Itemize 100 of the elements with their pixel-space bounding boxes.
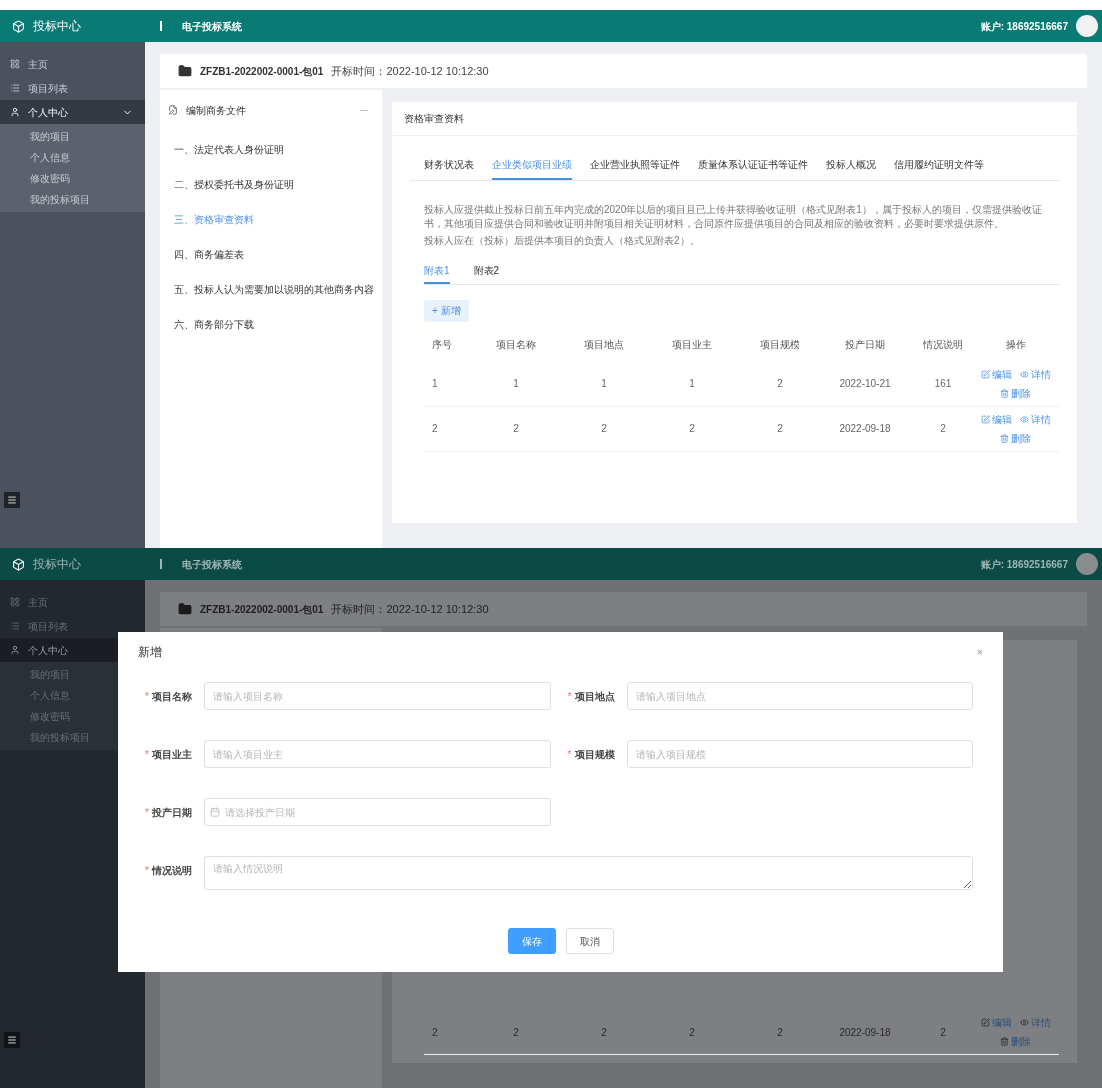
tab[interactable]: 信用履约证明文件等	[894, 150, 984, 180]
eye-icon	[1019, 1018, 1029, 1027]
sidebar-item[interactable]: 项目列表	[0, 614, 145, 638]
submenu-item[interactable]: 个人信息	[0, 147, 145, 168]
column-header: 项目地点	[583, 338, 625, 352]
menu-item-icon	[10, 645, 20, 655]
required-mark: *	[144, 806, 150, 820]
outline-item[interactable]: 一、法定代表人身份证明	[168, 142, 284, 157]
date-field[interactable]: 请选择投产日期	[204, 798, 551, 826]
eye-icon	[1019, 414, 1029, 424]
description-field[interactable]: 请输入情况说明	[204, 856, 973, 890]
sidebar-item[interactable]: 项目列表	[0, 76, 145, 100]
outline-item[interactable]: 三、资格审查资料	[168, 212, 254, 227]
outline-item[interactable]: 六、商务部分下载	[168, 317, 254, 332]
app-title: 投标中心	[33, 18, 81, 35]
table-cell-text: 2	[688, 422, 696, 436]
column-header: 项目名称	[495, 338, 537, 352]
table-cell-text: 2	[776, 422, 784, 436]
trash-icon	[1000, 388, 1009, 398]
table-cell-text: 2022-10-21	[838, 377, 892, 391]
avatar[interactable]	[1076, 15, 1098, 37]
folder-icon	[178, 64, 192, 78]
table-cell-text: 1	[600, 377, 608, 391]
table-cell-text: 2022-09-18	[838, 422, 892, 436]
opening-time: 开标时间：2022-10-12 10:12:30	[331, 63, 489, 79]
save-button[interactable]: 保存	[507, 928, 556, 954]
document-icon	[168, 105, 178, 115]
table-cell-text: 2	[432, 1025, 439, 1040]
tab[interactable]: 财务状况表	[424, 150, 474, 180]
field-label: 项目业主	[152, 748, 193, 762]
menu-item-icon	[10, 621, 20, 631]
document-code: ZFZB1-2022002-0001-包01	[200, 602, 324, 617]
eye-icon	[1019, 369, 1029, 379]
instruction-text: 投标人应在（投标）后提供本项目的负责人（格式见附表2）。	[424, 234, 701, 248]
breadcrumb[interactable]: 电子投标系统	[182, 18, 242, 34]
sub-tab[interactable]: 附表2	[473, 258, 500, 284]
input-field[interactable]: 请输入项目业主	[204, 740, 551, 768]
outline-item[interactable]: 四、商务偏差表	[168, 247, 244, 262]
action-link[interactable]: 编辑	[980, 1015, 1012, 1030]
table-cell-text: 2	[776, 1025, 784, 1040]
menu-item-icon	[10, 59, 20, 69]
field-label: 项目名称	[152, 690, 193, 704]
table-cell-text: 2	[600, 1025, 608, 1040]
account-label: 账户: 18692516667	[980, 557, 1068, 572]
action-link[interactable]: 编辑	[980, 411, 1012, 427]
tab[interactable]: 企业营业执照等证件	[590, 150, 680, 180]
table-cell-text: 2	[776, 377, 784, 391]
column-header: 项目规模	[759, 338, 801, 352]
input-field[interactable]: 请输入项目规模	[626, 740, 973, 768]
logo-icon	[12, 19, 25, 33]
sidebar-item[interactable]: 主页	[0, 52, 145, 76]
opening-time: 开标时间：2022-10-12 10:12:30	[331, 601, 489, 617]
menu-icon	[7, 1035, 17, 1045]
action-link[interactable]: 详情	[1019, 366, 1051, 382]
column-header: 情况说明	[922, 338, 964, 352]
sub-tab[interactable]: 附表1	[424, 258, 450, 284]
cancel-button[interactable]: 取消	[565, 928, 614, 954]
table-cell-text: 2	[939, 1025, 947, 1040]
submenu-item[interactable]: 我的项目	[0, 126, 145, 147]
collapse-handle[interactable]	[160, 21, 162, 31]
tab[interactable]: 投标人概况	[826, 150, 876, 180]
edit-icon	[980, 414, 990, 424]
menu-button[interactable]	[4, 492, 20, 508]
avatar[interactable]	[1076, 553, 1098, 575]
required-mark: *	[566, 748, 573, 762]
input-field[interactable]: 请输入项目名称	[204, 682, 551, 710]
table-cell-text: 2	[688, 1025, 696, 1040]
sidebar-item[interactable]: 个人中心	[0, 100, 145, 124]
action-link[interactable]: 详情	[1019, 1015, 1051, 1030]
delete-link[interactable]: 删除	[1000, 430, 1031, 446]
tab[interactable]: 企业类似项目业绩	[492, 150, 572, 180]
submenu-item[interactable]: 修改密码	[0, 168, 145, 189]
outline-item[interactable]: 二、授权委托书及身份证明	[168, 177, 294, 192]
action-link[interactable]: 编辑	[980, 366, 1012, 382]
collapse-handle[interactable]	[160, 559, 162, 569]
edit-icon	[980, 369, 990, 379]
sidebar-item[interactable]: 主页	[0, 590, 145, 614]
submenu-item[interactable]: 我的投标项目	[0, 189, 145, 210]
table-cell-text: 2	[432, 422, 439, 436]
column-header: 项目业主	[671, 338, 713, 352]
menu-button[interactable]	[4, 1032, 20, 1048]
table-cell-text: 2022-09-18	[838, 1025, 892, 1040]
field-label: 项目规模	[574, 748, 616, 762]
table-cell-text: 1	[512, 377, 520, 391]
column-header: 序号	[432, 338, 453, 352]
table-cell-text: 2	[512, 422, 520, 436]
outline-item[interactable]: 五、投标人认为需要加以说明的其他商务内容	[168, 282, 374, 297]
close-button[interactable]: ×	[976, 643, 983, 661]
document-code: ZFZB1-2022002-0001-包01	[200, 64, 324, 79]
app-title: 投标中心	[33, 556, 81, 573]
input-field[interactable]: 请输入项目地点	[626, 682, 973, 710]
delete-link[interactable]: 删除	[1000, 385, 1031, 401]
outline-title[interactable]: 编制商务文件	[186, 102, 360, 118]
breadcrumb[interactable]: 电子投标系统	[182, 556, 242, 572]
table-cell-text: 1	[432, 377, 439, 391]
calendar-icon	[210, 807, 220, 817]
add-button[interactable]: + 新增	[424, 299, 469, 322]
action-link[interactable]: 详情	[1019, 411, 1051, 427]
tab[interactable]: 质量体系认证证书等证件	[698, 150, 808, 180]
delete-link[interactable]: 删除	[1000, 1034, 1031, 1049]
